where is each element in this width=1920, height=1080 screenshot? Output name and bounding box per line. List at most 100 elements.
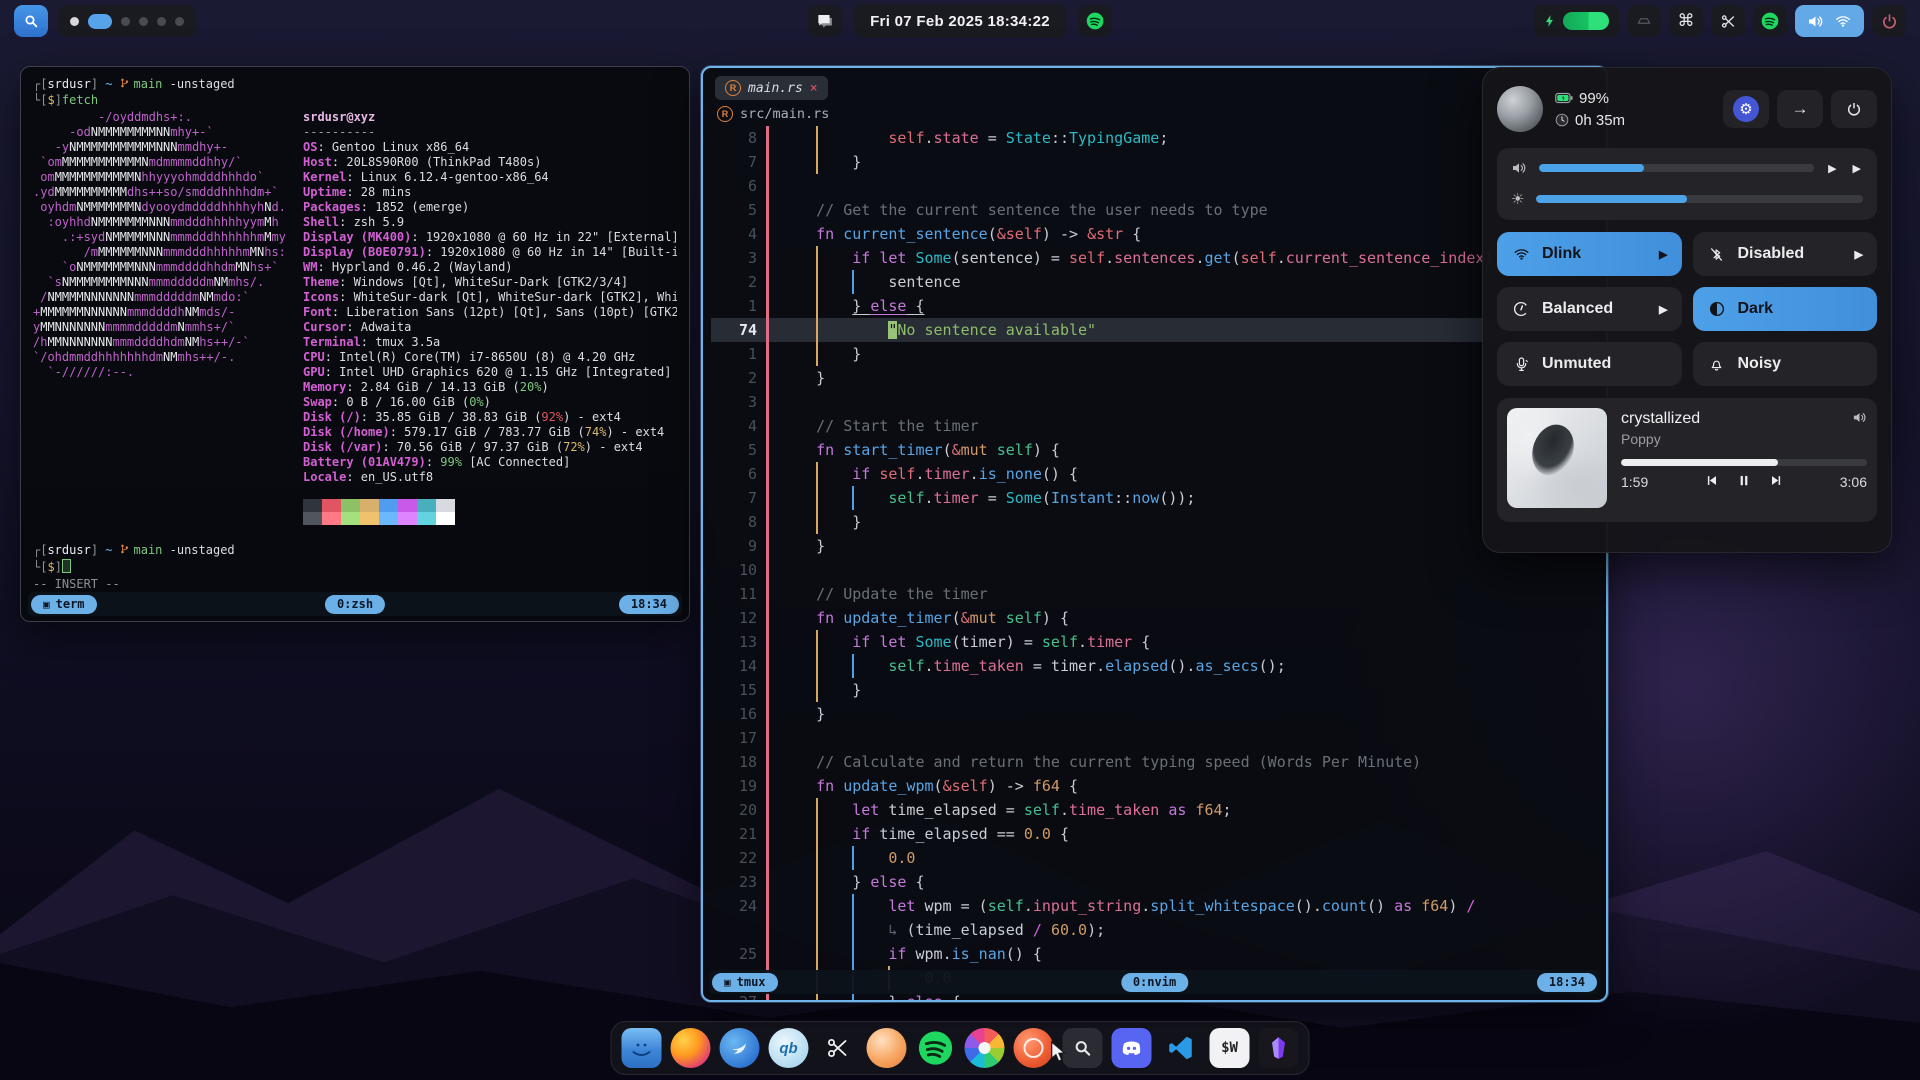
workspace-dot-empty[interactable] xyxy=(139,17,148,26)
volume-slider[interactable] xyxy=(1539,164,1814,172)
dock-file-manager[interactable] xyxy=(622,1028,662,1068)
code-line[interactable]: 1 } else { xyxy=(711,294,1598,318)
dock-discord[interactable] xyxy=(1112,1028,1152,1068)
tmux-window-pill[interactable]: 0:zsh xyxy=(325,595,385,614)
code-area[interactable]: 8 self.state = State::TypingGame;7 }65 /… xyxy=(711,126,1598,1000)
code-line[interactable]: 6 xyxy=(711,174,1598,198)
charging-bolt-icon xyxy=(1543,13,1557,29)
toggle-dlink[interactable]: Dlink▶ xyxy=(1497,232,1682,276)
toggle-balanced[interactable]: Balanced▶ xyxy=(1497,287,1682,331)
toggle-unmuted[interactable]: Unmuted xyxy=(1497,342,1682,386)
code-line[interactable]: 14 self.time_taken = timer.elapsed().as_… xyxy=(711,654,1598,678)
spotify-tray-button[interactable] xyxy=(1078,5,1112,37)
dock-firefox[interactable] xyxy=(671,1028,711,1068)
code-line[interactable]: 2 } xyxy=(711,366,1598,390)
command-key-button[interactable]: ⌘ xyxy=(1669,5,1703,37)
workspace-dot-empty[interactable] xyxy=(121,17,130,26)
workspace-dot-empty[interactable] xyxy=(157,17,166,26)
workspace-pill[interactable] xyxy=(58,5,196,37)
dock-inkscape[interactable] xyxy=(818,1028,858,1068)
toggle-noisy[interactable]: Noisy xyxy=(1693,342,1878,386)
dock-spotify[interactable] xyxy=(916,1028,956,1068)
code-line[interactable]: 19 fn update_wpm(&self) -> f64 { xyxy=(711,774,1598,798)
code-line[interactable]: 18 // Calculate and return the current t… xyxy=(711,750,1598,774)
tab-close-icon[interactable]: × xyxy=(810,81,818,96)
code-line[interactable]: 74 "No sentence available" xyxy=(711,318,1598,342)
code-line[interactable]: 24 let wpm = (self.input_string.split_wh… xyxy=(711,894,1598,918)
code-line[interactable]: 5 fn start_timer(&mut self) { xyxy=(711,438,1598,462)
tmux-window-pill[interactable]: 0:nvim xyxy=(1121,973,1188,992)
code-line[interactable]: 25 if wpm.is_nan() { xyxy=(711,942,1598,966)
workspace-dot-occupied[interactable] xyxy=(70,17,79,26)
code-line[interactable]: 8 self.state = State::TypingGame; xyxy=(711,126,1598,150)
chevron-right-icon[interactable]: ▶ xyxy=(1659,248,1667,261)
toggle-grid: Dlink▶Disabled▶Balanced▶DarkUnmutedNoisy xyxy=(1497,232,1877,386)
speaker-icon[interactable] xyxy=(1852,410,1867,430)
chevron-right-icon[interactable]: ▶ xyxy=(1659,303,1667,316)
dock-thunderbird[interactable] xyxy=(720,1028,760,1068)
clock-date[interactable]: Fri 07 Feb 2025 18:34:22 xyxy=(854,4,1066,38)
dock-obsidian[interactable] xyxy=(1259,1028,1299,1068)
code-line[interactable]: 7 } xyxy=(711,150,1598,174)
brightness-icon: ☀ xyxy=(1511,190,1524,208)
toggle-dark[interactable]: Dark xyxy=(1693,287,1878,331)
chevron-right-icon[interactable]: ▶ xyxy=(1855,248,1863,261)
code-line[interactable]: 3 if let Some(sentence) = self.sentences… xyxy=(711,246,1598,270)
code-line[interactable]: 1 } xyxy=(711,342,1598,366)
dock-photos[interactable] xyxy=(965,1028,1005,1068)
previous-track-button[interactable] xyxy=(1704,473,1719,491)
code-line[interactable]: 20 let time_elapsed = self.time_taken as… xyxy=(711,798,1598,822)
code-line[interactable]: 9 } xyxy=(711,534,1598,558)
code-line[interactable]: 8 } xyxy=(711,510,1598,534)
dock-qbittorrent[interactable]: qb xyxy=(769,1028,809,1068)
terminal-window[interactable]: ┌[srdusr] ~main -unstaged └[$]fetch -/oy… xyxy=(20,66,690,622)
workspace-dot-active[interactable] xyxy=(88,14,112,29)
code-line[interactable]: 7 self.timer = Some(Instant::now()); xyxy=(711,486,1598,510)
code-line[interactable]: 4 fn current_sentence(&self) -> &str { xyxy=(711,222,1598,246)
code-line[interactable]: 10 xyxy=(711,558,1598,582)
code-line[interactable]: 16 } xyxy=(711,702,1598,726)
pause-button[interactable] xyxy=(1737,473,1752,491)
dock-orange-circle-app[interactable] xyxy=(867,1028,907,1068)
code-line[interactable]: 5 // Get the current sentence the user n… xyxy=(711,198,1598,222)
code-line[interactable]: 12 fn update_timer(&mut self) { xyxy=(711,606,1598,630)
dock-vscode[interactable] xyxy=(1161,1028,1201,1068)
code-line[interactable]: 2 sentence xyxy=(711,270,1598,294)
chevron-right-icon[interactable]: ▶ xyxy=(1851,162,1863,175)
notifications-button[interactable] xyxy=(808,5,842,37)
avatar[interactable] xyxy=(1497,86,1543,132)
toggle-disabled[interactable]: Disabled▶ xyxy=(1693,232,1878,276)
workspace-dot-empty[interactable] xyxy=(175,17,184,26)
code-line[interactable]: 13 if let Some(timer) = self.timer { xyxy=(711,630,1598,654)
code-line[interactable]: 21 if time_elapsed == 0.0 { xyxy=(711,822,1598,846)
code-line[interactable]: 22 0.0 xyxy=(711,846,1598,870)
logout-button[interactable]: → xyxy=(1777,90,1823,128)
code-line[interactable]: 6 if self.timer.is_none() { xyxy=(711,462,1598,486)
media-progress-bar[interactable] xyxy=(1621,459,1867,466)
code-line[interactable]: 17 xyxy=(711,726,1598,750)
prompt-line-1: ┌[srdusr] ~main -unstaged xyxy=(33,77,677,93)
keyboard-backlight-button[interactable] xyxy=(1627,5,1661,37)
spotify-applet-button[interactable] xyxy=(1753,5,1787,37)
code-line[interactable]: 15 } xyxy=(711,678,1598,702)
code-line[interactable]: 4 // Start the timer xyxy=(711,414,1598,438)
code-line[interactable]: 3 xyxy=(711,390,1598,414)
dock-wezterm-dollar-w[interactable]: $W xyxy=(1210,1028,1250,1068)
launcher-search-button[interactable] xyxy=(14,5,48,37)
volume-network-pill[interactable] xyxy=(1795,5,1864,37)
tmux-session-pill[interactable]: ▣tmux xyxy=(712,973,778,992)
code-line[interactable]: 23 } else { xyxy=(711,870,1598,894)
neovim-window[interactable]: R main.rs × R src/main.rs 8 self.state =… xyxy=(701,66,1608,1002)
screenshot-button[interactable] xyxy=(1711,5,1745,37)
power-button[interactable] xyxy=(1831,90,1877,128)
brightness-slider[interactable] xyxy=(1536,195,1863,203)
tab-main-rs[interactable]: R main.rs × xyxy=(715,76,828,100)
next-track-button[interactable] xyxy=(1770,473,1785,491)
power-button[interactable] xyxy=(1872,5,1906,37)
code-line[interactable]: ↳ (time_elapsed / 60.0); xyxy=(711,918,1598,942)
tmux-session-pill[interactable]: ▣term xyxy=(31,595,97,614)
settings-button[interactable]: ⚙ xyxy=(1723,90,1769,128)
code-line[interactable]: 11 // Update the timer xyxy=(711,582,1598,606)
battery-indicator[interactable] xyxy=(1533,5,1619,37)
chevron-right-icon[interactable]: ▶ xyxy=(1826,162,1838,175)
